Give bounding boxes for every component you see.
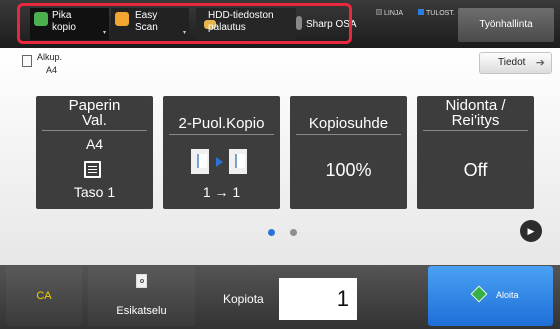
chevron-down-icon: ▾ xyxy=(182,30,186,36)
status-print: TULOST. xyxy=(418,9,455,17)
document-icon xyxy=(22,55,32,67)
page-indicator-dot[interactable] xyxy=(290,229,297,236)
tiedot-button[interactable]: Tiedot ➔ xyxy=(479,52,552,74)
original-label: Alkup. xyxy=(37,52,63,62)
status-line-indicator xyxy=(376,9,382,15)
quick-copy-icon xyxy=(34,12,48,26)
status-line-label: LINJA xyxy=(384,10,404,17)
original-value: A4 xyxy=(46,65,58,75)
page-indicator-dot-active[interactable] xyxy=(268,229,275,236)
tyonhallinta-button[interactable]: Työnhallinta xyxy=(458,8,554,42)
divider xyxy=(42,130,147,131)
paper-size-value: A4 xyxy=(85,136,104,152)
easy-scan-label: Easy Scan xyxy=(135,10,158,33)
copies-label: Kopiota xyxy=(223,292,264,306)
start-button[interactable]: Aloita xyxy=(428,266,553,326)
status-line: LINJA xyxy=(376,9,403,17)
divider xyxy=(423,130,528,131)
paper-select-title: Paperin Val. xyxy=(68,97,121,129)
easy-scan-button[interactable]: Easy Scan ▾ xyxy=(111,8,189,40)
clear-all-button[interactable]: CA xyxy=(6,266,82,326)
duplex-icon xyxy=(191,149,251,177)
easy-scan-icon xyxy=(115,12,129,26)
arrow-right-icon: ➔ xyxy=(535,57,545,69)
preview-icon xyxy=(136,274,147,288)
tiedot-label: Tiedot xyxy=(498,57,526,68)
copy-ratio-tile[interactable]: Kopiosuhde 100% xyxy=(290,96,407,209)
preview-label: Esikatselu xyxy=(116,305,167,317)
pika-kopio-label: Pika kopio xyxy=(52,10,76,33)
divider xyxy=(296,134,401,135)
play-icon: ▶ xyxy=(527,226,535,236)
start-label: Aloita xyxy=(496,290,519,300)
top-bar: Pika kopio ▾ Easy Scan ▾ HDD-tiedoston p… xyxy=(0,0,560,48)
paper-select-tile[interactable]: Paperin Val. A4 Taso 1 xyxy=(36,96,153,209)
copy-ratio-title: Kopiosuhde xyxy=(308,115,389,132)
duplex-copy-tile[interactable]: 2-Puol.Kopio 1 → 1 xyxy=(163,96,280,209)
paper-tray-value: Taso 1 xyxy=(73,184,116,200)
divider xyxy=(169,134,274,135)
staple-punch-title: Nidonta / Rei'itys xyxy=(445,97,506,129)
hdd-restore-button[interactable]: HDD-tiedoston palautus xyxy=(196,8,296,40)
preview-button[interactable]: Esikatselu xyxy=(88,266,195,326)
next-page-button[interactable]: ▶ xyxy=(520,220,542,242)
sharp-osa-label: Sharp OSA xyxy=(306,19,357,30)
start-icon xyxy=(470,285,488,303)
copies-input[interactable] xyxy=(279,278,357,320)
sharp-osa-button[interactable]: Sharp OSA xyxy=(296,8,376,40)
pika-kopio-button[interactable]: Pika kopio ▾ xyxy=(30,8,109,40)
staple-punch-value: Off xyxy=(463,160,488,180)
duplex-copy-value: 1 → 1 xyxy=(202,184,241,200)
status-print-indicator xyxy=(418,9,424,15)
hdd-restore-label: HDD-tiedoston palautus xyxy=(208,10,274,33)
staple-punch-tile[interactable]: Nidonta / Rei'itys Off xyxy=(417,96,534,209)
copy-ratio-value: 100% xyxy=(325,160,372,180)
paper-tray-icon xyxy=(84,161,101,178)
status-print-label: TULOST. xyxy=(426,10,455,17)
duplex-copy-title: 2-Puol.Kopio xyxy=(178,115,265,132)
app-icon xyxy=(296,16,302,30)
chevron-down-icon: ▾ xyxy=(102,30,106,36)
